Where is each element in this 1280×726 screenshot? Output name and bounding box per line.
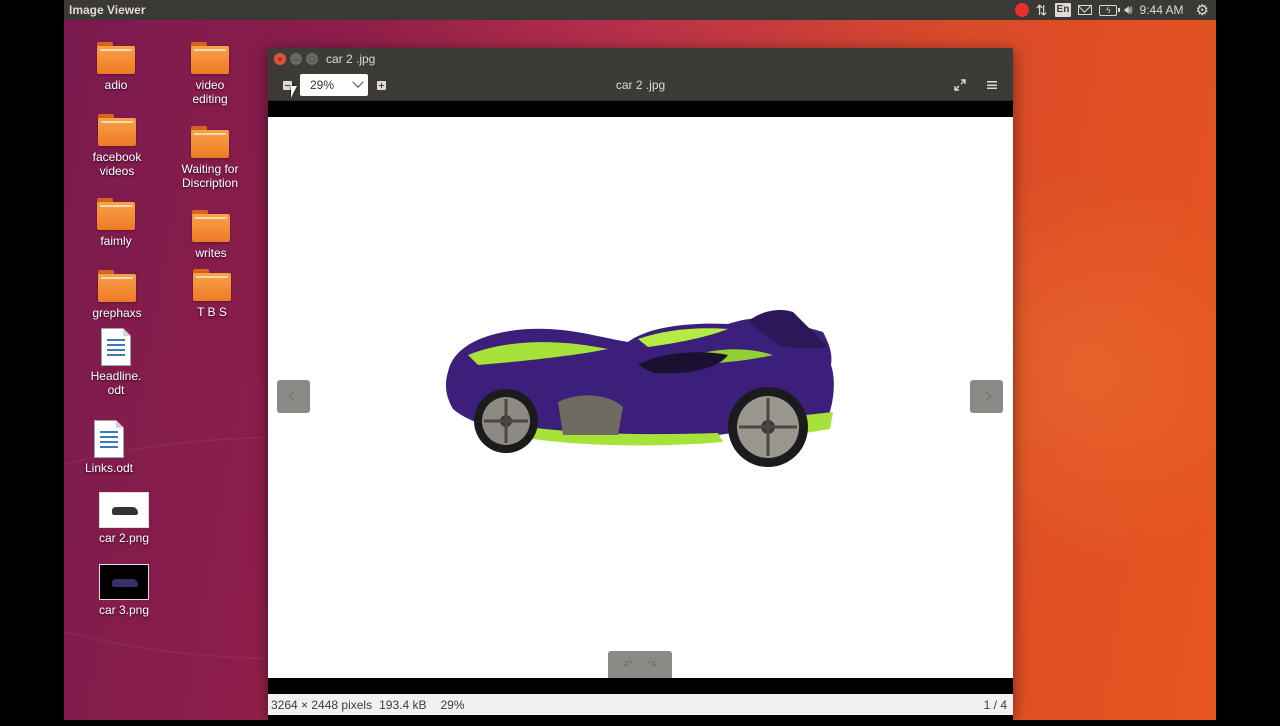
desktop-icon-headline-odt[interactable]: Headline. odt — [74, 328, 158, 397]
network-icon[interactable]: ⇅ — [1036, 0, 1048, 20]
next-image-button[interactable] — [970, 380, 1003, 413]
image-thumbnail-icon — [99, 564, 149, 600]
desktop-icon-links-odt[interactable]: Links.odt — [67, 420, 151, 475]
desktop-icon-label: car 3.png — [98, 603, 150, 617]
record-indicator[interactable] — [1014, 0, 1029, 20]
zoom-in-button[interactable] — [372, 76, 390, 94]
volume-icon[interactable]: 🔊︎ — [1124, 0, 1132, 20]
folder-icon — [97, 42, 135, 74]
desktop-icon-faimly[interactable]: faimly — [74, 198, 158, 248]
desktop-icon-label: grephaxs — [92, 306, 142, 320]
system-indicators: ⇅ En ϟ 🔊︎ 9:44 AM ⚙ — [1014, 0, 1216, 20]
status-zoom: 29% — [440, 697, 465, 712]
desktop-icon-label: faimly — [100, 234, 132, 248]
folder-icon — [192, 210, 230, 242]
folder-icon — [191, 126, 229, 158]
car-engine — [558, 395, 623, 435]
desktop-icon-car-3-png[interactable]: car 3.png — [82, 564, 166, 617]
previous-image-button[interactable] — [277, 380, 310, 413]
desktop-icon-waiting-for-discription[interactable]: Waiting for Discription — [168, 126, 252, 190]
battery-indicator[interactable]: ϟ — [1099, 0, 1121, 20]
chevron-right-icon — [981, 391, 992, 402]
desktop-icon-label: Links.odt — [84, 461, 134, 475]
rotate-right-icon[interactable]: ↷ — [647, 658, 657, 672]
panel-app-title: Image Viewer — [69, 3, 146, 17]
zoom-in-icon — [376, 80, 386, 90]
folder-icon — [98, 114, 136, 146]
desktop-icon-adio[interactable]: adio — [74, 42, 158, 92]
desktop-icon-label: writes — [195, 246, 227, 260]
desktop-icon-label: video editing — [192, 78, 228, 106]
window-title: car 2 .jpg — [326, 52, 376, 66]
desktop-icon-label: Headline. odt — [90, 369, 142, 397]
folder-icon — [191, 42, 229, 74]
zoom-level-value: 29% — [310, 78, 335, 92]
panel-clock[interactable]: 9:44 AM — [1140, 0, 1184, 20]
chevron-down-icon — [352, 76, 364, 88]
fullscreen-button[interactable] — [951, 76, 969, 94]
image-canvas[interactable]: ↶ ↷ — [268, 101, 1013, 726]
status-bar: 3264 × 2448 pixels 193.4 kB 29% 1 / 4 — [268, 694, 1013, 715]
record-icon — [1014, 3, 1029, 17]
folder-icon — [193, 269, 231, 301]
right-letterbox — [1216, 0, 1280, 720]
mail-indicator[interactable] — [1078, 0, 1093, 20]
image-viewer-window: × – □ car 2 .jpg 29% car 2 .jpg ↶ ↷ 3264… — [268, 48, 1013, 726]
desktop-icon-label: facebook videos — [92, 150, 142, 178]
zoom-level-combo[interactable]: 29% — [300, 74, 368, 96]
maximize-icon[interactable]: □ — [306, 53, 318, 65]
top-panel: Image Viewer ⇅ En ϟ 🔊︎ 9:44 AM ⚙ — [64, 0, 1216, 20]
window-titlebar[interactable]: × – □ car 2 .jpg — [268, 48, 1013, 70]
image-thumbnail-icon — [99, 492, 149, 528]
mouse-pointer-icon — [291, 86, 297, 98]
document-icon — [94, 420, 124, 458]
rotate-toolbar: ↶ ↷ — [608, 651, 672, 678]
image-dimensions: 3264 × 2448 pixels — [271, 697, 373, 712]
language-label: En — [1054, 3, 1072, 17]
desktop-icon-label: T B S — [197, 305, 227, 319]
keyboard-layout-indicator[interactable]: En — [1054, 0, 1072, 20]
mail-icon — [1078, 5, 1093, 15]
fullscreen-icon — [954, 79, 966, 91]
desktop-icon-label: adio — [104, 78, 128, 92]
document-icon — [101, 328, 131, 366]
header-bar: 29% car 2 .jpg — [268, 70, 1013, 101]
hamburger-menu-icon — [987, 81, 997, 89]
folder-icon — [98, 270, 136, 302]
desktop-icon-label: Waiting for Discription — [181, 162, 239, 190]
close-icon[interactable]: × — [274, 53, 286, 65]
desktop-icon-tbs[interactable]: T B S — [170, 269, 254, 319]
minimize-icon[interactable]: – — [290, 53, 302, 65]
left-letterbox — [0, 0, 64, 720]
image-position: 1 / 4 — [983, 697, 1007, 712]
battery-icon: ϟ — [1099, 4, 1121, 16]
displayed-image: ↶ ↷ — [268, 117, 1013, 678]
desktop-icon-facebook-videos[interactable]: facebook videos — [75, 114, 159, 178]
rotate-left-icon[interactable]: ↶ — [623, 658, 633, 672]
desktop-icon-car-2-png[interactable]: car 2.png — [82, 492, 166, 545]
desktop-icon-writes[interactable]: writes — [169, 210, 253, 260]
car-image — [445, 310, 834, 467]
desktop-icon-video-editing[interactable]: video editing — [168, 42, 252, 106]
chevron-left-icon — [288, 391, 299, 402]
desktop-icon-label: car 2.png — [98, 531, 150, 545]
menu-button[interactable] — [983, 76, 1001, 94]
folder-icon — [97, 198, 135, 230]
desktop-icon-grephaxs[interactable]: grephaxs — [75, 270, 159, 320]
gear-icon[interactable]: ⚙ — [1196, 0, 1209, 20]
file-size: 193.4 kB — [379, 697, 427, 712]
